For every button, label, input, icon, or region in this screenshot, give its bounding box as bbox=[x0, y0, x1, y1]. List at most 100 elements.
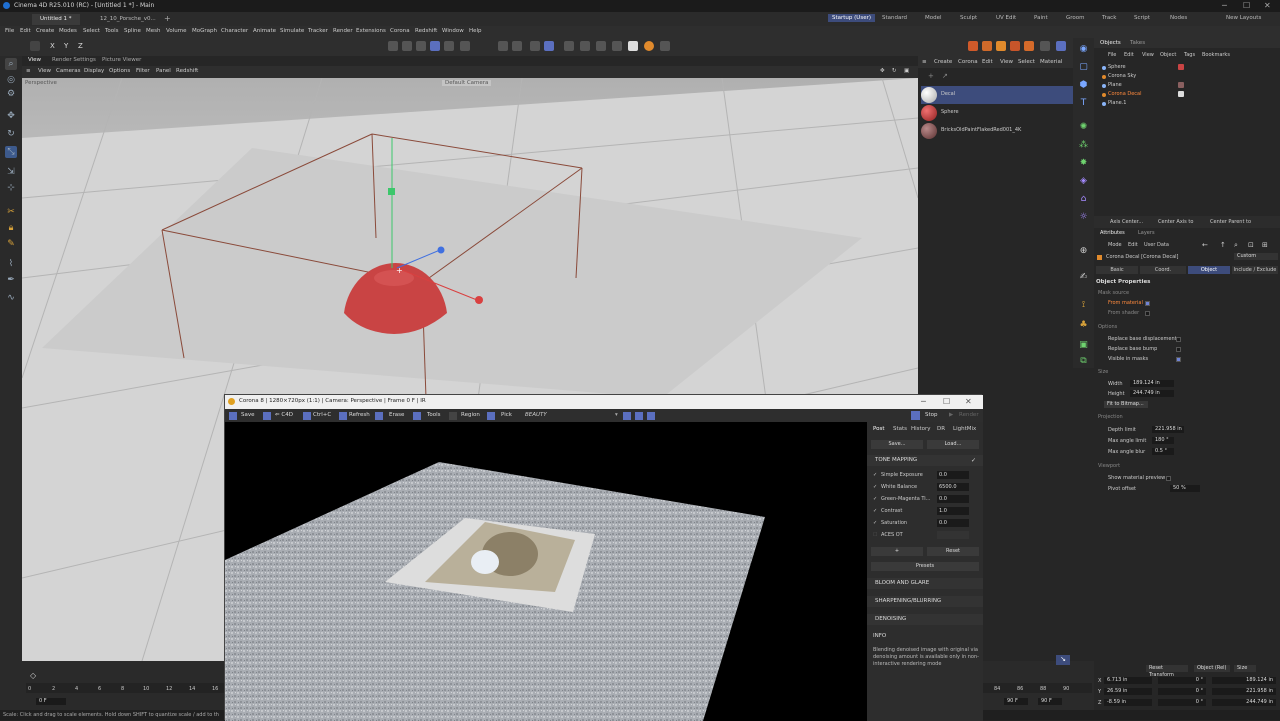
new-attr-icon[interactable]: ⊞ bbox=[1262, 241, 1268, 249]
timeline-mode-icon[interactable]: ↘ bbox=[1056, 655, 1070, 665]
vfb-tab-stats[interactable]: Stats bbox=[893, 426, 907, 432]
polygons-mode-icon[interactable] bbox=[430, 41, 440, 51]
attr-menu-edit[interactable]: Edit bbox=[1128, 242, 1138, 248]
cube-icon[interactable]: ▢ bbox=[1077, 60, 1090, 73]
back-arrow-icon[interactable]: ← bbox=[1202, 241, 1208, 249]
height-field[interactable]: 244.749 in bbox=[1130, 390, 1174, 397]
menu-corona[interactable]: Corona bbox=[390, 28, 410, 34]
layout-paint[interactable]: Paint bbox=[1034, 15, 1048, 21]
search-commands-icon[interactable] bbox=[1056, 41, 1066, 51]
menu-modes[interactable]: Modes bbox=[59, 28, 77, 34]
cloner-icon[interactable]: ⁂ bbox=[1077, 138, 1090, 151]
workplane-icon[interactable] bbox=[512, 41, 522, 51]
close-icon[interactable]: ✕ bbox=[1264, 1, 1271, 10]
render-region-icon[interactable] bbox=[580, 41, 590, 51]
live-selection-icon[interactable]: ◎ bbox=[5, 74, 17, 86]
corona-ir-icon[interactable] bbox=[628, 41, 638, 51]
snap-icon[interactable] bbox=[498, 41, 508, 51]
menu-edit[interactable]: Edit bbox=[20, 28, 31, 34]
max-angle-limit-field[interactable]: 180 ° bbox=[1152, 437, 1174, 444]
menu-extensions[interactable]: Extensions bbox=[356, 28, 386, 34]
vfb-post-load-button[interactable]: Load... bbox=[927, 440, 979, 449]
coord-mode-dropdown[interactable]: Object (Rel) bbox=[1194, 665, 1230, 672]
param-value[interactable]: 0.0 bbox=[937, 495, 969, 503]
brush-icon[interactable]: ✎ bbox=[5, 238, 17, 250]
menu-create[interactable]: Create bbox=[36, 28, 54, 34]
layout-standard[interactable]: Standard bbox=[882, 15, 907, 21]
pick-icon[interactable] bbox=[487, 412, 495, 420]
vfb-tab-dr[interactable]: DR bbox=[937, 426, 945, 432]
menu-simulate[interactable]: Simulate bbox=[280, 28, 304, 34]
material-sphere[interactable]: Sphere bbox=[921, 104, 1091, 122]
object-row-corona-sky[interactable]: Corona Sky bbox=[1094, 72, 1280, 81]
scene-settings-icon[interactable] bbox=[1040, 41, 1050, 51]
tab-objects[interactable]: Objects bbox=[1100, 40, 1121, 46]
visible-masks-checkbox[interactable] bbox=[1176, 357, 1181, 362]
obj-menu-bookmarks[interactable]: Bookmarks bbox=[1202, 52, 1230, 58]
start-frame-field[interactable]: 0 F bbox=[36, 698, 66, 705]
subtab-include-exclude[interactable]: Include / Exclude bbox=[1232, 266, 1278, 274]
material-decal[interactable]: Decal bbox=[921, 86, 1091, 104]
vfb-refresh-button[interactable]: Refresh bbox=[349, 412, 370, 418]
object-row-sphere[interactable]: Sphere bbox=[1094, 63, 1280, 72]
mat-menu-corona[interactable]: Corona bbox=[958, 59, 978, 65]
erase-icon[interactable] bbox=[375, 412, 383, 420]
param-contrast[interactable]: ✓ Contrast 1.0 bbox=[873, 507, 981, 516]
zoom-fit-icon[interactable] bbox=[647, 412, 655, 420]
corona-tools-icon[interactable] bbox=[660, 41, 670, 51]
pos-y-field[interactable]: 26.59 in bbox=[1104, 688, 1152, 695]
material-tag-icon[interactable] bbox=[1178, 82, 1184, 88]
param-value[interactable] bbox=[937, 531, 969, 539]
mat-menu-create[interactable]: Create bbox=[934, 59, 952, 65]
vfb-save-button[interactable]: Save bbox=[241, 412, 255, 418]
object-row-plane[interactable]: Plane bbox=[1094, 81, 1280, 90]
vfb-to-c4d-button[interactable]: ⇐ C4D bbox=[275, 412, 293, 418]
obj-menu-view[interactable]: View bbox=[1142, 52, 1154, 58]
character-icon[interactable]: ♣ bbox=[1077, 318, 1090, 331]
obj-menu-tags[interactable]: Tags bbox=[1184, 52, 1195, 58]
points-mode-icon[interactable] bbox=[402, 41, 412, 51]
menu-help[interactable]: Help bbox=[469, 28, 482, 34]
dropdown-arrow-icon[interactable]: ▾ bbox=[615, 412, 618, 418]
render-pass-dropdown[interactable]: BEAUTY bbox=[525, 412, 547, 418]
center-axis-to-button[interactable]: Center Axis to bbox=[1158, 219, 1193, 225]
reset-transform-button[interactable]: Reset Transform bbox=[1146, 665, 1188, 678]
coord-size-dropdown[interactable]: Size bbox=[1234, 665, 1256, 672]
vp-maximize-icon[interactable]: ▣ bbox=[904, 68, 909, 74]
vfb-erase-button[interactable]: Erase bbox=[389, 412, 404, 418]
param-green-magenta[interactable]: ✓ Green-Magenta Ti... 0.0 bbox=[873, 495, 981, 504]
end-frame-field[interactable]: 90 F bbox=[1004, 698, 1028, 705]
menu-animate[interactable]: Animate bbox=[253, 28, 276, 34]
corona-vfb-window[interactable]: Corona 8 | 1280×720px (1:1) | Camera: Pe… bbox=[224, 394, 983, 721]
vfb-close-icon[interactable]: ✕ bbox=[965, 397, 972, 406]
light-object-icon[interactable]: ☼ bbox=[1077, 210, 1090, 223]
tab-render-settings[interactable]: Render Settings bbox=[52, 57, 96, 63]
param-value[interactable]: 1.0 bbox=[937, 507, 969, 515]
sculpt-icon[interactable]: ✍ bbox=[1077, 270, 1090, 283]
magnet-icon[interactable]: ⌇ bbox=[5, 258, 17, 270]
center-parent-to-button[interactable]: Center Parent to bbox=[1210, 219, 1251, 225]
coordinates-icon[interactable]: ⊹ bbox=[5, 182, 17, 194]
layout-startup[interactable]: Startup (User) bbox=[828, 14, 875, 22]
object-row-corona-decal[interactable]: Corona Decal bbox=[1094, 90, 1280, 99]
replace-bump-checkbox[interactable] bbox=[1176, 347, 1181, 352]
layout-track[interactable]: Track bbox=[1102, 15, 1116, 21]
vp-move-icon[interactable]: ✥ bbox=[880, 68, 885, 74]
render-play-icon[interactable]: ▶ bbox=[949, 412, 953, 418]
pivot-offset-field[interactable]: 50 % bbox=[1170, 485, 1200, 492]
tab-picture-viewer[interactable]: Picture Viewer bbox=[102, 57, 141, 63]
vp-menu-options[interactable]: Options bbox=[109, 68, 130, 74]
subtab-basic[interactable]: Basic bbox=[1096, 266, 1138, 274]
reset-button[interactable]: Reset bbox=[927, 547, 979, 556]
zoom-out-icon[interactable] bbox=[635, 412, 643, 420]
axis-y-toggle[interactable]: Y bbox=[64, 42, 68, 50]
pos-z-field[interactable]: -8.59 in bbox=[1104, 699, 1152, 706]
render-pv-icon[interactable] bbox=[596, 41, 606, 51]
material-tag-icon[interactable] bbox=[1178, 91, 1184, 97]
tab-view[interactable]: View bbox=[28, 57, 41, 63]
lock-icon[interactable]: 🔒︎ bbox=[5, 222, 17, 234]
menu-tools[interactable]: Tools bbox=[105, 28, 119, 34]
sun-icon[interactable] bbox=[996, 41, 1006, 51]
param-unchecked-icon[interactable]: ☐ bbox=[873, 532, 877, 538]
presets-button[interactable]: Presets bbox=[871, 562, 979, 571]
